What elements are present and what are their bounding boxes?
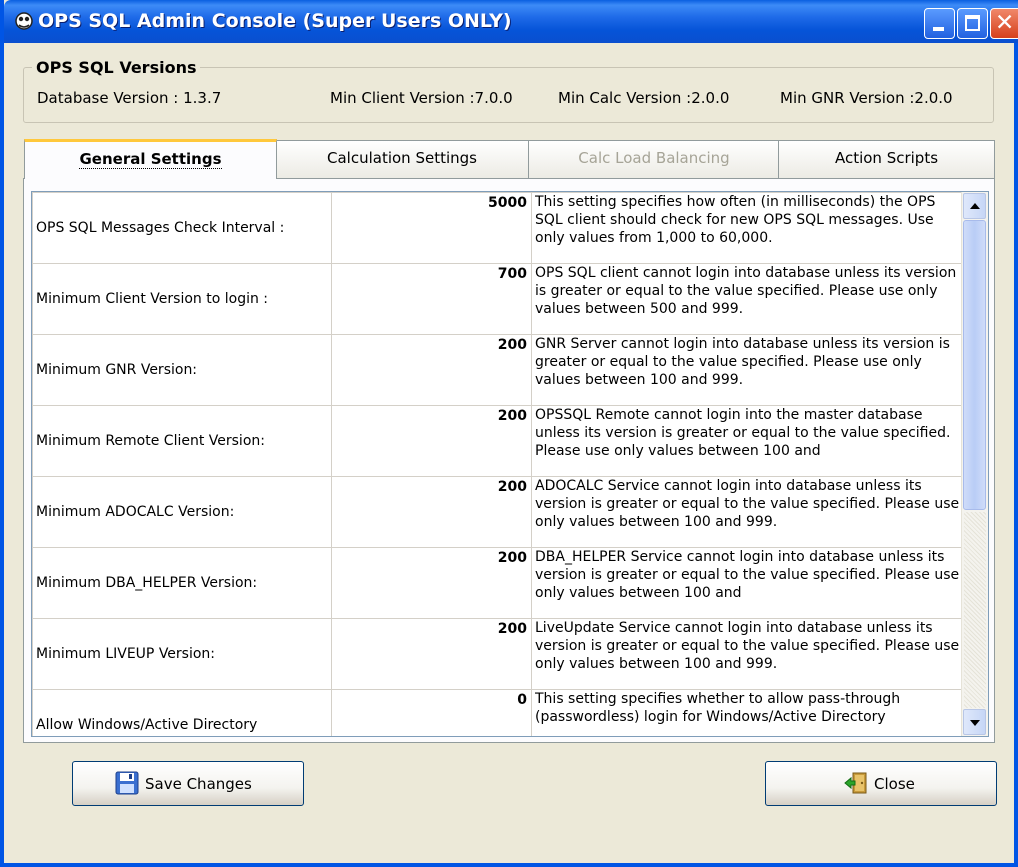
setting-value[interactable]: 200 — [331, 405, 532, 477]
settings-table: OPS SQL Messages Check Interval : 5000 T… — [32, 192, 963, 736]
setting-description: This setting specifies how often (in mil… — [535, 194, 936, 246]
setting-name: Minimum Client Version to login : — [36, 291, 269, 307]
tab-action-scripts[interactable]: Action Scripts — [778, 140, 995, 178]
settings-grid[interactable]: OPS SQL Messages Check Interval : 5000 T… — [31, 191, 989, 737]
setting-value[interactable]: 200 — [331, 476, 532, 548]
setting-description: DBA_HELPER Service cannot login into dat… — [535, 549, 960, 601]
window-title: OPS SQL Admin Console (Super Users ONLY) — [38, 10, 512, 32]
general-settings-panel: OPS SQL Messages Check Interval : 5000 T… — [23, 178, 995, 743]
close-label: Close — [874, 775, 915, 793]
table-row[interactable]: Minimum GNR Version: 200 GNR Server cann… — [32, 334, 963, 406]
table-row[interactable]: Minimum DBA_HELPER Version: 200 DBA_HELP… — [32, 547, 963, 619]
min-client-version: Min Client Version :7.0.0 — [330, 89, 513, 107]
table-row[interactable]: Minimum Remote Client Version: 200 OPSSQ… — [32, 405, 963, 477]
tab-calculation-settings[interactable]: Calculation Settings — [274, 140, 530, 178]
scroll-up-button[interactable] — [963, 193, 986, 219]
setting-name: Minimum DBA_HELPER Version: — [36, 575, 258, 591]
admin-console-window: OPS SQL Admin Console (Super Users ONLY)… — [0, 0, 1018, 867]
close-button[interactable]: Close — [765, 761, 997, 806]
setting-description: OPSSQL Remote cannot login into the mast… — [535, 407, 951, 459]
tab-calc-load-balancing: Calc Load Balancing — [528, 140, 780, 178]
tab-general-settings[interactable]: General Settings — [24, 139, 277, 179]
vertical-scrollbar[interactable] — [961, 192, 988, 736]
setting-description: OPS SQL client cannot login into databas… — [535, 265, 957, 317]
table-row[interactable]: OPS SQL Messages Check Interval : 5000 T… — [32, 192, 963, 264]
title-bar[interactable]: OPS SQL Admin Console (Super Users ONLY)… — [4, 0, 1018, 43]
save-changes-label: Save Changes — [145, 775, 252, 793]
maximize-button[interactable] — [957, 8, 988, 39]
setting-name: OPS SQL Messages Check Interval : — [36, 220, 285, 236]
min-gnr-version: Min GNR Version :2.0.0 — [780, 89, 953, 107]
maximize-icon — [965, 15, 980, 31]
arrow-up-icon — [970, 203, 980, 209]
database-version: Database Version : 1.3.7 — [37, 89, 222, 107]
app-icon — [15, 12, 33, 30]
arrow-down-icon — [970, 720, 980, 726]
setting-name: Allow Windows/Active Directory — [36, 717, 258, 733]
setting-name: Minimum GNR Version: — [36, 362, 198, 378]
minimize-button[interactable] — [924, 8, 955, 39]
close-icon: ✕ — [995, 10, 1015, 36]
setting-value[interactable]: 200 — [331, 334, 532, 406]
setting-description: This setting specifies whether to allow … — [535, 691, 901, 725]
scrollbar-track[interactable] — [964, 512, 986, 708]
table-row[interactable]: Minimum Client Version to login : 700 OP… — [32, 263, 963, 335]
setting-value[interactable]: 200 — [331, 618, 532, 690]
min-calc-version: Min Calc Version :2.0.0 — [558, 89, 730, 107]
setting-name: Minimum ADOCALC Version: — [36, 504, 235, 520]
exit-door-icon — [844, 772, 867, 794]
versions-legend: OPS SQL Versions — [32, 58, 201, 77]
setting-value[interactable]: 5000 — [331, 192, 532, 264]
setting-description: GNR Server cannot login into database un… — [535, 336, 950, 388]
setting-value[interactable]: 700 — [331, 263, 532, 335]
save-changes-button[interactable]: Save Changes — [72, 761, 304, 806]
table-row[interactable]: Minimum ADOCALC Version: 200 ADOCALC Ser… — [32, 476, 963, 548]
scrollbar-thumb[interactable] — [963, 220, 986, 510]
minimize-icon — [933, 27, 944, 31]
setting-name: Minimum LIVEUP Version: — [36, 646, 216, 662]
setting-value[interactable]: 200 — [331, 547, 532, 619]
close-window-button[interactable]: ✕ — [990, 8, 1018, 39]
table-row[interactable]: Allow Windows/Active Directory 0 This se… — [32, 689, 963, 736]
setting-value[interactable]: 0 — [331, 689, 532, 736]
table-row[interactable]: Minimum LIVEUP Version: 200 LiveUpdate S… — [32, 618, 963, 690]
setting-name: Minimum Remote Client Version: — [36, 433, 265, 449]
scroll-down-button[interactable] — [963, 709, 986, 735]
setting-description: LiveUpdate Service cannot login into dat… — [535, 620, 960, 672]
floppy-disk-icon — [115, 771, 139, 795]
setting-description: ADOCALC Service cannot login into databa… — [535, 478, 960, 530]
